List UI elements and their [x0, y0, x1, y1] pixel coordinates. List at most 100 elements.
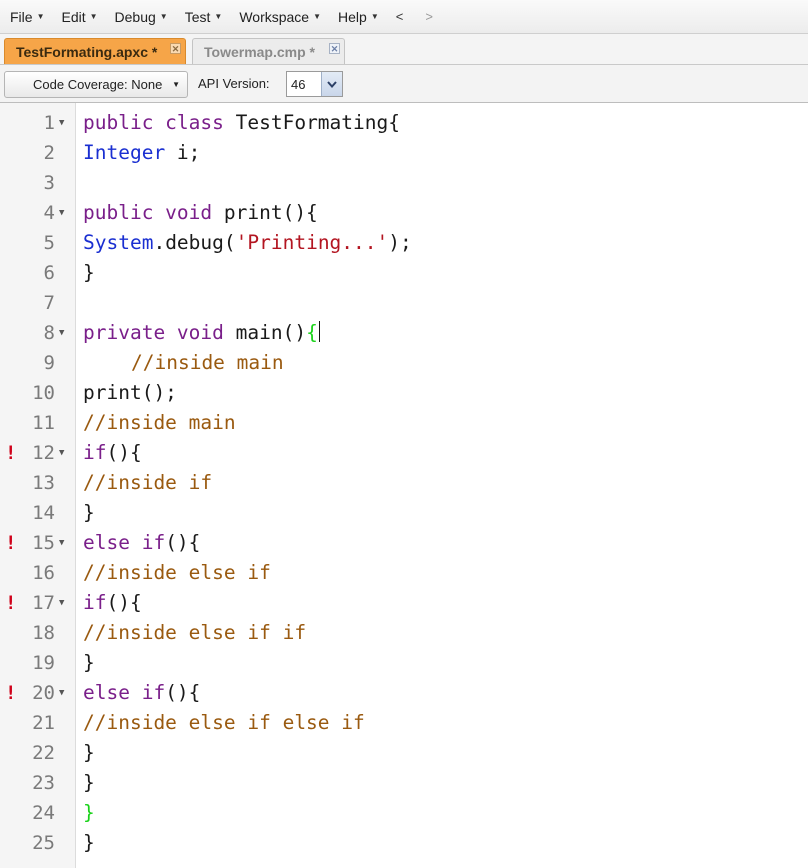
code-line[interactable]: 6} — [0, 258, 808, 288]
code-token: } — [83, 771, 95, 794]
tab-label: TestFormating.apxc * — [16, 43, 158, 60]
code-line[interactable]: ! 17 ▼ if(){ — [0, 588, 808, 618]
code-line[interactable]: 22} — [0, 738, 808, 768]
code-line[interactable]: 16 //inside else if — [0, 558, 808, 588]
code-token: //inside main — [131, 351, 284, 374]
fold-arrow-icon[interactable]: ▼ — [59, 438, 64, 468]
code-line[interactable]: 5 System.debug('Printing...'); — [0, 228, 808, 258]
code-text: //inside else if — [83, 558, 271, 588]
code-text: System.debug('Printing...'); — [83, 228, 412, 258]
code-text: //inside else if if — [83, 618, 306, 648]
menu-workspace[interactable]: Workspace ▼ — [239, 9, 321, 25]
code-token: { — [306, 321, 318, 344]
code-token: Integer — [83, 141, 166, 164]
code-text: } — [83, 768, 95, 798]
code-line[interactable]: ! 12 ▼ if(){ — [0, 438, 808, 468]
tab-testformating[interactable]: TestFormating.apxc * ✕ — [4, 38, 186, 64]
code-token: (){ — [165, 681, 201, 704]
code-editor[interactable]: 1 ▼ public class TestFormating{2 Integer i;… — [0, 103, 808, 868]
code-token: //inside else if else if — [83, 711, 365, 734]
code-text: //inside else if else if — [83, 708, 365, 738]
line-number: 14 — [32, 502, 55, 524]
menu-help[interactable]: Help ▼ — [338, 9, 379, 25]
close-icon[interactable]: ✕ — [329, 43, 340, 54]
caret-down-icon: ▼ — [159, 12, 168, 21]
code-line[interactable]: 18 //inside else if if — [0, 618, 808, 648]
text-cursor — [318, 321, 321, 342]
code-line[interactable]: 24} — [0, 798, 808, 828]
line-number: 21 — [32, 712, 55, 734]
code-line[interactable]: 21 //inside else if else if — [0, 708, 808, 738]
code-text: //inside main — [83, 408, 236, 438]
code-token: private void — [83, 321, 224, 344]
code-line[interactable]: 3 — [0, 168, 808, 198]
back-button[interactable]: < — [396, 9, 404, 24]
code-line[interactable]: 19} — [0, 648, 808, 678]
menu-edit-label: Edit — [61, 8, 86, 25]
code-coverage-label: Code Coverage: None — [33, 77, 163, 92]
menu-help-label: Help — [338, 8, 367, 25]
code-line[interactable]: ! 20 ▼ else if(){ — [0, 678, 808, 708]
code-token: public class — [83, 111, 224, 134]
code-token: if — [83, 591, 107, 614]
line-number: 3 — [43, 172, 55, 194]
code-line[interactable]: 7 — [0, 288, 808, 318]
code-token: //inside else if — [83, 561, 271, 584]
code-text: public class TestFormating{ — [83, 108, 400, 138]
line-number: 25 — [32, 832, 55, 854]
caret-down-icon: ▼ — [214, 12, 223, 21]
code-line[interactable]: 8 ▼ private void main(){ — [0, 318, 808, 348]
line-number: 8 — [43, 322, 55, 344]
caret-down-icon: ▼ — [36, 12, 45, 21]
fold-arrow-icon[interactable]: ▼ — [59, 528, 64, 558]
code-line[interactable]: 1 ▼ public class TestFormating{ — [0, 108, 808, 138]
code-token: (){ — [106, 441, 142, 464]
code-line[interactable]: 13 //inside if — [0, 468, 808, 498]
code-line[interactable]: 23} — [0, 768, 808, 798]
line-number: 13 — [32, 472, 55, 494]
code-coverage-select[interactable]: Code Coverage: None ▼ — [4, 71, 188, 98]
menu-file[interactable]: File ▼ — [10, 9, 44, 25]
code-line[interactable]: 25} — [0, 828, 808, 858]
code-line[interactable]: 4 ▼ public void print(){ — [0, 198, 808, 228]
menu-bar: File ▼ Edit ▼ Debug ▼ Test ▼ Workspace ▼ Help… — [0, 0, 808, 34]
code-token: ); — [388, 231, 412, 254]
fold-arrow-icon[interactable]: ▼ — [59, 318, 64, 348]
code-text: if(){ — [83, 438, 142, 468]
fold-arrow-icon[interactable]: ▼ — [59, 108, 64, 138]
code-token: } — [83, 261, 95, 284]
fold-arrow-icon[interactable]: ▼ — [59, 678, 64, 708]
dropdown-arrow-icon[interactable] — [321, 72, 342, 96]
code-line[interactable]: 9 //inside main — [0, 348, 808, 378]
code-text: if(){ — [83, 588, 142, 618]
code-text: else if(){ — [83, 528, 200, 558]
api-version-select[interactable]: 46 — [286, 71, 343, 97]
code-line[interactable]: ! 15 ▼ else if(){ — [0, 528, 808, 558]
menu-debug[interactable]: Debug ▼ — [115, 9, 168, 25]
code-token: } — [83, 831, 95, 854]
api-version-label: API Version: — [198, 76, 270, 91]
code-token: 'Printing...' — [235, 231, 389, 254]
code-line[interactable]: 11 //inside main — [0, 408, 808, 438]
code-line[interactable]: 14} — [0, 498, 808, 528]
code-text: } — [83, 798, 95, 828]
menu-workspace-label: Workspace — [239, 8, 310, 25]
code-text: } — [83, 828, 95, 858]
fold-arrow-icon[interactable]: ▼ — [59, 198, 64, 228]
code-token: (){ — [106, 591, 142, 614]
tab-towermap[interactable]: Towermap.cmp * ✕ — [192, 38, 345, 64]
code-token: else if — [83, 531, 166, 554]
close-icon[interactable]: ✕ — [170, 43, 181, 54]
line-number: 1 — [43, 112, 55, 134]
menu-test-label: Test — [184, 8, 211, 25]
menu-edit[interactable]: Edit ▼ — [61, 9, 97, 25]
line-number: 19 — [32, 652, 55, 674]
code-line[interactable]: 10 print(); — [0, 378, 808, 408]
code-text: } — [83, 648, 95, 678]
fold-arrow-icon[interactable]: ▼ — [59, 588, 64, 618]
code-token: public void — [83, 201, 213, 224]
line-number: 4 — [43, 202, 55, 224]
menu-test[interactable]: Test ▼ — [185, 9, 223, 25]
forward-button[interactable]: > — [425, 9, 433, 24]
code-line[interactable]: 2 Integer i; — [0, 138, 808, 168]
